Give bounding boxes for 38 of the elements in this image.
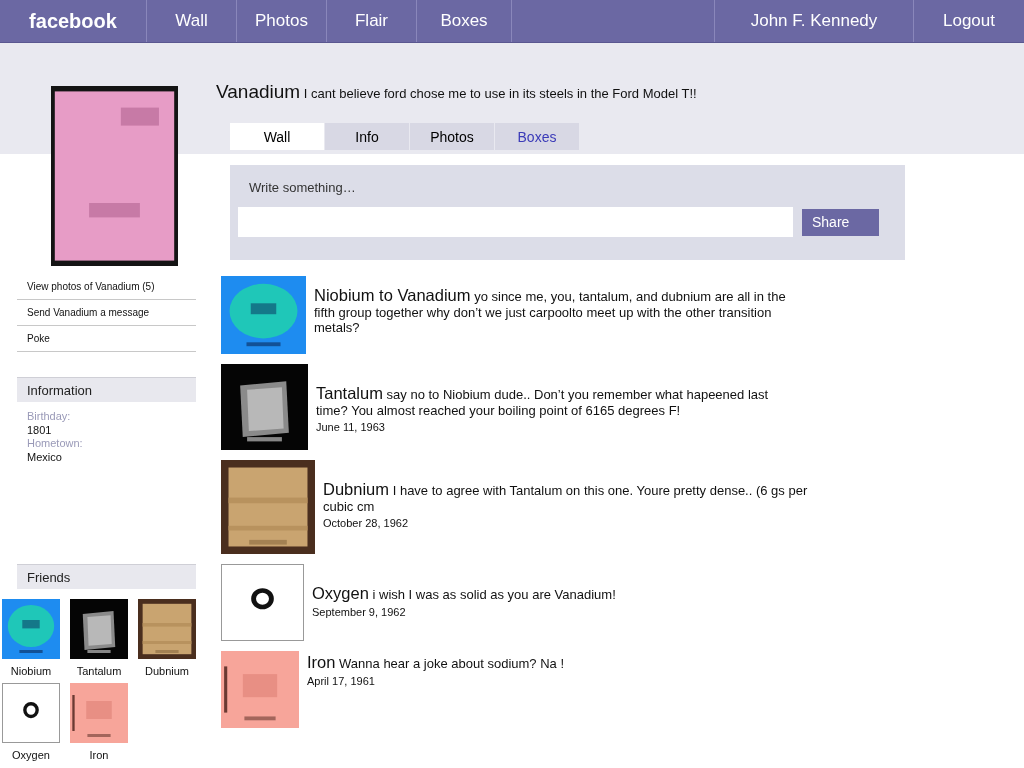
friend-name[interactable]: Dubnium <box>145 665 189 677</box>
post-date: September 9, 1962 <box>312 605 407 618</box>
information-header: Information <box>17 377 196 402</box>
info-label: Birthday: <box>27 410 72 424</box>
profile-tab[interactable]: Boxes <box>495 123 579 150</box>
composer-label: Write something… <box>249 180 357 195</box>
profile-action-link[interactable]: Send Vanadium a message <box>17 300 196 326</box>
share-button[interactable]: Share <box>802 208 879 236</box>
friend-name[interactable]: Niobium <box>10 665 52 677</box>
profile-action-link[interactable]: View photos of Vanadium (5) <box>17 274 196 300</box>
nav-link[interactable]: Photos <box>237 0 327 42</box>
logout-link[interactable]: Logout <box>914 0 1024 42</box>
post-date: April 17, 1961 <box>307 674 376 687</box>
info-value: Mexico <box>27 450 63 464</box>
post-text: Niobium to Vanadium yo since me, you, tantalum, and dubnium are all in the fifth group together why don’t we just carpoolto meet up with the other transition metals? <box>314 288 787 336</box>
post-date: October 28, 1962 <box>323 517 409 529</box>
friend-name[interactable]: Oxygen <box>12 749 50 761</box>
nav-link[interactable]: Wall <box>147 0 237 42</box>
post-text: Dubnium I have to agree with Tantalum on this one. Youre pretty dense.. (6 gs per cubic cm <box>323 482 808 514</box>
profile-action-link[interactable]: Poke <box>17 326 196 352</box>
post-text: Oxygen i wish I was as solid as you are Vanadium! <box>312 586 617 603</box>
facebook-logo[interactable]: facebook <box>0 0 147 42</box>
user-link[interactable]: John F. Kennedy <box>715 0 914 42</box>
friends-header: Friends <box>17 564 196 589</box>
profile-tab[interactable]: Info <box>325 123 409 150</box>
post-text: Iron Wanna hear a joke about sodium? Na ! <box>307 655 566 672</box>
info-label: Hometown: <box>27 437 84 451</box>
profile-tab[interactable]: Wall <box>230 123 324 150</box>
profile-tab[interactable]: Photos <box>410 123 494 150</box>
post-text: Tantalum say no to Niobium dude.. Don’t you remember what hapeened last time? You almost reached your boiling point of 6165 degrees F! <box>316 386 770 418</box>
status-text: Vanadium I cant believe ford chose me to use in its steels in the Ford Model T!! <box>216 81 698 103</box>
post-date: June 11, 1963 <box>316 421 386 433</box>
friend-name[interactable]: Tantalum <box>76 665 122 677</box>
info-value: 1801 <box>27 423 53 437</box>
nav-link[interactable]: Boxes <box>417 0 512 42</box>
nav-link[interactable]: Flair <box>327 0 417 42</box>
post-input-field[interactable] <box>238 207 793 237</box>
friend-name[interactable]: Iron <box>89 749 109 761</box>
